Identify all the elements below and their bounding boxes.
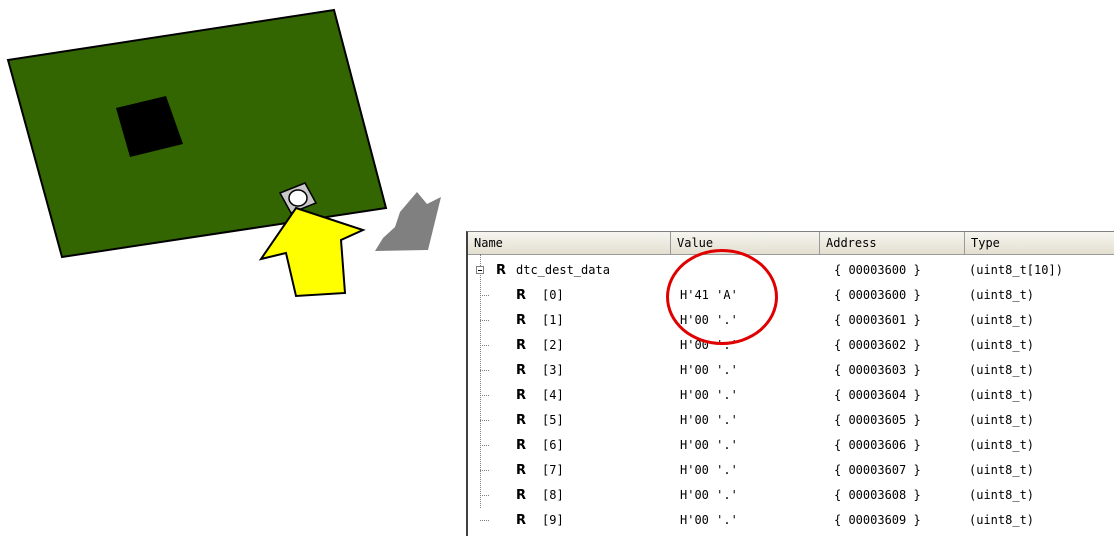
var-name: [9] bbox=[542, 513, 564, 527]
register-icon: R bbox=[516, 363, 527, 378]
register-icon: R bbox=[516, 463, 527, 478]
var-address: { 00003608 } bbox=[834, 488, 921, 502]
table-row[interactable]: R [6] H'00 '.' { 00003606 } (uint8_t) bbox=[468, 433, 1114, 458]
var-type: (uint8_t) bbox=[969, 313, 1035, 327]
tree-branch bbox=[480, 320, 489, 321]
register-icon: R bbox=[516, 338, 527, 353]
var-type: (uint8_t) bbox=[969, 388, 1035, 402]
register-icon: R bbox=[516, 438, 527, 453]
watch-window[interactable]: Name Value Address Type R dtc_dest_data … bbox=[466, 231, 1114, 536]
register-icon: R bbox=[516, 413, 527, 428]
var-address: { 00003604 } bbox=[834, 388, 921, 402]
table-row[interactable]: R dtc_dest_data { 00003600 } (uint8_t[10… bbox=[468, 258, 1114, 283]
table-row[interactable]: R [9] H'00 '.' { 00003609 } (uint8_t) bbox=[468, 508, 1114, 533]
column-name[interactable]: Name bbox=[468, 232, 671, 254]
var-name: [1] bbox=[542, 313, 564, 327]
column-header: Name Value Address Type bbox=[468, 232, 1114, 255]
register-icon: R bbox=[516, 288, 527, 303]
table-row[interactable]: R [4] H'00 '.' { 00003604 } (uint8_t) bbox=[468, 383, 1114, 408]
table-row[interactable]: R [2] H'00 '.' { 00003602 } (uint8_t) bbox=[468, 333, 1114, 358]
register-icon: R bbox=[516, 513, 527, 528]
var-value[interactable]: H'00 '.' bbox=[680, 358, 738, 383]
table-row[interactable]: R [0] H'41 'A' { 00003600 } (uint8_t) bbox=[468, 283, 1114, 308]
var-type: (uint8_t) bbox=[969, 413, 1035, 427]
var-type: (uint8_t) bbox=[969, 463, 1035, 477]
column-address[interactable]: Address bbox=[820, 232, 965, 254]
var-name: [0] bbox=[542, 288, 564, 302]
tree-branch bbox=[480, 420, 489, 421]
var-value[interactable]: H'00 '.' bbox=[680, 308, 738, 333]
tree-branch bbox=[480, 470, 489, 471]
table-row[interactable]: R [3] H'00 '.' { 00003603 } (uint8_t) bbox=[468, 358, 1114, 383]
tree-branch bbox=[480, 495, 489, 496]
var-type: (uint8_t) bbox=[969, 513, 1035, 527]
var-value[interactable]: H'00 '.' bbox=[680, 508, 738, 533]
var-name: [5] bbox=[542, 413, 564, 427]
tree-branch bbox=[480, 345, 489, 346]
table-row[interactable]: R [1] H'00 '.' { 00003601 } (uint8_t) bbox=[468, 308, 1114, 333]
table-row[interactable]: R [8] H'00 '.' { 00003608 } (uint8_t) bbox=[468, 483, 1114, 508]
var-address: { 00003607 } bbox=[834, 463, 921, 477]
tree-branch bbox=[480, 295, 489, 296]
var-name: [7] bbox=[542, 463, 564, 477]
var-type: (uint8_t) bbox=[969, 363, 1035, 377]
var-type: (uint8_t[10]) bbox=[969, 263, 1063, 277]
var-address: { 00003603 } bbox=[834, 363, 921, 377]
var-type: (uint8_t) bbox=[969, 488, 1035, 502]
var-address: { 00003600 } bbox=[834, 263, 921, 277]
var-name: [8] bbox=[542, 488, 564, 502]
register-icon: R bbox=[516, 313, 527, 328]
var-name: dtc_dest_data bbox=[516, 263, 610, 277]
var-address: { 00003601 } bbox=[834, 313, 921, 327]
var-value[interactable]: H'00 '.' bbox=[680, 458, 738, 483]
table-row[interactable]: R [5] H'00 '.' { 00003605 } (uint8_t) bbox=[468, 408, 1114, 433]
var-value[interactable]: H'00 '.' bbox=[680, 333, 738, 358]
tree-branch bbox=[480, 445, 489, 446]
var-address: { 00003602 } bbox=[834, 338, 921, 352]
var-value[interactable]: H'41 'A' bbox=[680, 283, 738, 308]
var-value[interactable]: H'00 '.' bbox=[680, 383, 738, 408]
register-icon: R bbox=[516, 388, 527, 403]
var-name: [4] bbox=[542, 388, 564, 402]
register-icon: R bbox=[516, 488, 527, 503]
var-value[interactable]: H'00 '.' bbox=[680, 433, 738, 458]
var-value[interactable]: H'00 '.' bbox=[680, 408, 738, 433]
var-address: { 00003600 } bbox=[834, 288, 921, 302]
table-row[interactable]: R [7] H'00 '.' { 00003607 } (uint8_t) bbox=[468, 458, 1114, 483]
register-icon: R bbox=[496, 263, 507, 278]
collapse-toggle[interactable] bbox=[476, 266, 484, 274]
var-value[interactable]: H'00 '.' bbox=[680, 483, 738, 508]
tree-branch bbox=[480, 395, 489, 396]
var-address: { 00003605 } bbox=[834, 413, 921, 427]
column-type[interactable]: Type bbox=[965, 232, 1114, 254]
var-name: [3] bbox=[542, 363, 564, 377]
tree-branch bbox=[480, 520, 489, 521]
var-type: (uint8_t) bbox=[969, 338, 1035, 352]
var-type: (uint8_t) bbox=[969, 288, 1035, 302]
var-address: { 00003606 } bbox=[834, 438, 921, 452]
tree-branch bbox=[480, 370, 489, 371]
var-type: (uint8_t) bbox=[969, 438, 1035, 452]
var-name: [6] bbox=[542, 438, 564, 452]
var-name: [2] bbox=[542, 338, 564, 352]
column-value[interactable]: Value bbox=[671, 232, 820, 254]
var-address: { 00003609 } bbox=[834, 513, 921, 527]
